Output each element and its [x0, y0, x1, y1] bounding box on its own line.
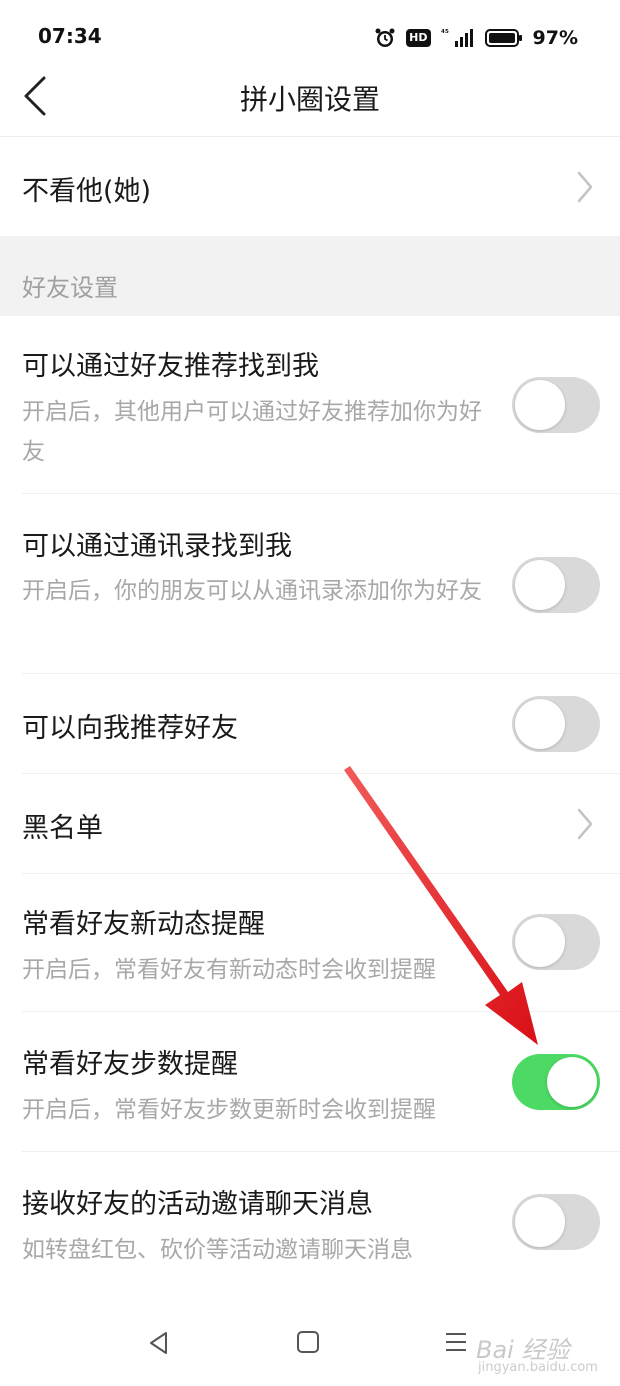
row-subtitle: 开启后，你的朋友可以从通讯录添加你为好友 — [22, 578, 482, 604]
nav-home-icon[interactable] — [296, 1330, 320, 1354]
nav-back-icon[interactable] — [146, 1330, 172, 1356]
toggle-knob — [515, 380, 565, 430]
row-title: 常看好友新动态提醒 — [22, 909, 265, 940]
row-title: 不看他(她) — [22, 176, 152, 207]
blacklist-row[interactable]: 黑名单 — [0, 774, 620, 874]
toggle-knob — [515, 560, 565, 610]
toggle-knob — [515, 1197, 565, 1247]
find-by-recommend-row: 可以通过好友推荐找到我 开启后，其他用户可以通过好友推荐加你为好友 — [0, 316, 620, 494]
activity-invites-toggle[interactable] — [512, 1194, 600, 1250]
hd-badge: HD — [406, 29, 431, 47]
hide-him-row[interactable]: 不看他(她) — [0, 137, 620, 236]
battery-percent: 97% — [532, 27, 578, 49]
find-by-contacts-row: 可以通过通讯录找到我 开启后，你的朋友可以从通讯录添加你为好友 — [0, 494, 620, 674]
page-title: 拼小圈设置 — [239, 83, 380, 116]
row-title: 可以通过好友推荐找到我 — [22, 351, 319, 382]
find-by-contacts-toggle[interactable] — [512, 557, 600, 613]
row-subtitle: 开启后，常看好友有新动态时会收到提醒 — [22, 957, 436, 983]
toggle-knob — [547, 1057, 597, 1107]
status-icons: HD ⁴⁵ 97% — [374, 22, 578, 54]
find-by-recommend-toggle[interactable] — [512, 377, 600, 433]
watermark-url: jingyan.baidu.com — [478, 1360, 598, 1375]
activity-invites-row: 接收好友的活动邀请聊天消息 如转盘红包、砍价等活动邀请聊天消息 — [0, 1152, 620, 1292]
frequent-updates-toggle[interactable] — [512, 914, 600, 970]
recommend-to-me-row: 可以向我推荐好友 — [0, 674, 620, 774]
section-header-label: 好友设置 — [22, 274, 118, 302]
svg-text:⁴⁵: ⁴⁵ — [441, 29, 449, 39]
row-title: 接收好友的活动邀请聊天消息 — [22, 1189, 373, 1220]
frequent-steps-toggle[interactable] — [512, 1054, 600, 1110]
status-time: 07:34 — [38, 24, 102, 48]
frequent-steps-row: 常看好友步数提醒 开启后，常看好友步数更新时会收到提醒 — [0, 1012, 620, 1152]
toggle-knob — [515, 699, 565, 749]
alarm-icon — [375, 28, 395, 47]
nav-menu-icon[interactable] — [444, 1330, 468, 1354]
battery-icon — [484, 29, 522, 47]
recommend-to-me-toggle[interactable] — [512, 696, 600, 752]
row-title: 常看好友步数提醒 — [22, 1049, 238, 1080]
row-title: 可以向我推荐好友 — [22, 713, 238, 744]
row-subtitle: 开启后，其他用户可以通过好友推荐加你为好友 — [22, 399, 482, 465]
nav-bar: 拼小圈设置 — [0, 56, 620, 137]
row-title: 黑名单 — [22, 813, 103, 844]
signal-5g-icon: ⁴⁵ — [441, 29, 473, 47]
row-subtitle: 开启后，常看好友步数更新时会收到提醒 — [22, 1097, 436, 1123]
toggle-knob — [515, 917, 565, 967]
chevron-right-icon — [577, 808, 593, 840]
row-subtitle: 如转盘红包、砍价等活动邀请聊天消息 — [22, 1237, 413, 1263]
section-header: 好友设置 — [0, 236, 620, 316]
row-title: 可以通过通讯录找到我 — [22, 531, 292, 562]
chevron-right-icon — [577, 171, 593, 203]
frequent-updates-row: 常看好友新动态提醒 开启后，常看好友有新动态时会收到提醒 — [0, 874, 620, 1012]
